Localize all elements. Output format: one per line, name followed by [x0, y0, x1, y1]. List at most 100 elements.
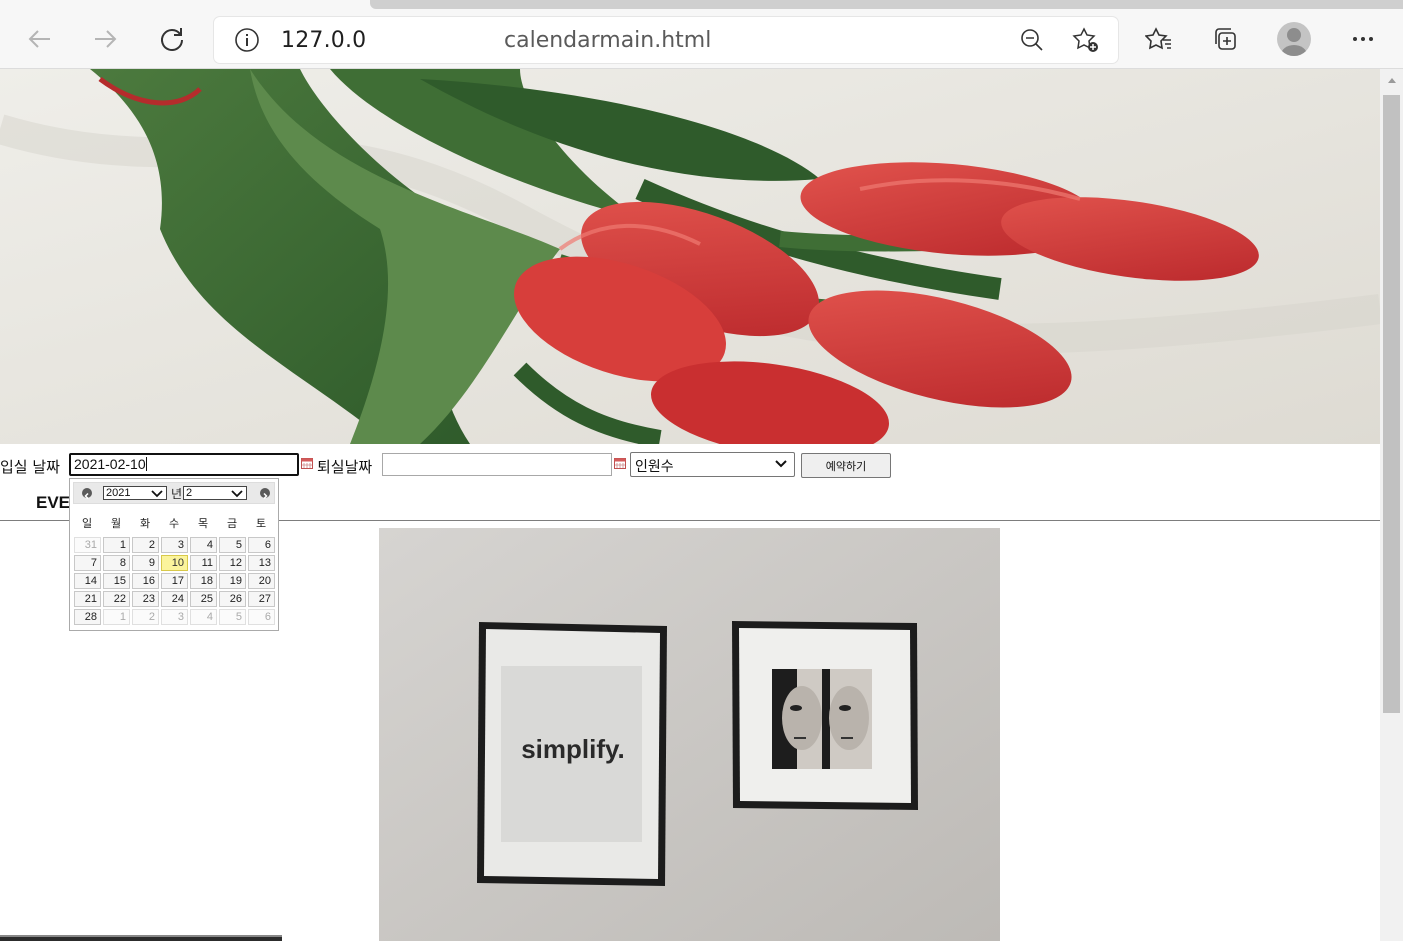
- year-value: 2021: [106, 487, 131, 499]
- checkout-label: 퇴실날짜: [317, 458, 373, 476]
- profile-button[interactable]: [1277, 22, 1311, 56]
- weekday-label: 목: [197, 517, 209, 530]
- url-text-end: calendarmain.html: [504, 28, 712, 53]
- calendar-day[interactable]: 2: [132, 609, 159, 625]
- calendar-day[interactable]: 21: [74, 591, 101, 607]
- chevron-down-icon: [151, 490, 163, 498]
- profile-icon: [1281, 28, 1307, 56]
- back-button[interactable]: [21, 20, 59, 58]
- checkout-date-input[interactable]: [382, 453, 612, 476]
- calendar-icon[interactable]: [614, 458, 626, 469]
- weekday-label: 수: [168, 517, 180, 530]
- month-select[interactable]: 2: [183, 486, 247, 500]
- weekday-label: 월: [110, 517, 122, 530]
- forward-button[interactable]: [86, 20, 124, 58]
- calendar-day[interactable]: 3: [161, 609, 188, 625]
- more-button[interactable]: [1345, 20, 1381, 58]
- calendar-day[interactable]: 28: [74, 609, 101, 625]
- scrollbar-thumb[interactable]: [1383, 95, 1400, 713]
- calendar-day-selected[interactable]: 10: [161, 555, 188, 571]
- url-redaction: [366, 17, 506, 63]
- scroll-up-button[interactable]: [1380, 69, 1403, 91]
- text-caret: [145, 457, 147, 471]
- calendar-day[interactable]: 19: [219, 573, 246, 589]
- favorites-button[interactable]: [1141, 20, 1177, 58]
- tab-strip[interactable]: [370, 0, 1403, 9]
- calendar-day[interactable]: 22: [103, 591, 130, 607]
- calendar-day[interactable]: 6: [248, 537, 275, 553]
- calendar-day[interactable]: 26: [219, 591, 246, 607]
- next-arrow-icon: [263, 492, 268, 500]
- chevron-down-icon: [775, 460, 787, 468]
- calendar-icon[interactable]: [301, 458, 313, 469]
- datepicker-header: 2021 년 2: [73, 482, 275, 504]
- reload-button[interactable]: [153, 20, 191, 58]
- year-suffix: 년: [171, 487, 183, 501]
- weekday-label: 화: [139, 517, 151, 530]
- calendar-day[interactable]: 5: [219, 537, 246, 553]
- checkin-date-input[interactable]: 2021-02-10: [69, 453, 299, 476]
- favorites-icon: [1145, 27, 1171, 50]
- page-content: 입실 날짜 2021-02-10 퇴실날짜 인원수 예약하기 EVE 2021 …: [0, 69, 1380, 941]
- next-month-button[interactable]: [260, 488, 270, 500]
- calendar-day[interactable]: 12: [219, 555, 246, 571]
- weekday-label: 토: [255, 517, 267, 530]
- people-count-select[interactable]: 인원수: [630, 452, 795, 477]
- vertical-scrollbar[interactable]: [1380, 69, 1403, 941]
- datepicker-popup: 2021 년 2 일월화수목금토 31 1 2 3 4 5 6 7 8 9 10 11 12 13 14 15…: [69, 478, 279, 631]
- calendar-day[interactable]: 14: [74, 573, 101, 589]
- add-favorite-icon[interactable]: [1072, 26, 1100, 54]
- calendar-day[interactable]: 24: [161, 591, 188, 607]
- calendar-day[interactable]: 20: [248, 573, 275, 589]
- calendar-day[interactable]: 8: [103, 555, 130, 571]
- prev-arrow-icon: [84, 492, 89, 500]
- calendar-day[interactable]: 5: [219, 609, 246, 625]
- poster-text: simplify.: [521, 734, 625, 764]
- calendar-day[interactable]: 15: [103, 573, 130, 589]
- checkin-label: 입실 날짜: [0, 458, 60, 476]
- more-icon: [1353, 37, 1373, 41]
- year-select[interactable]: 2021: [103, 486, 167, 500]
- zoom-out-icon[interactable]: [1020, 28, 1044, 52]
- calendar-day[interactable]: 17: [161, 573, 188, 589]
- calendar-day[interactable]: 7: [74, 555, 101, 571]
- reserve-button[interactable]: 예약하기: [801, 453, 891, 478]
- reservation-form: 입실 날짜 2021-02-10 퇴실날짜 인원수 예약하기: [0, 452, 1380, 478]
- calendar-day[interactable]: 1: [103, 537, 130, 553]
- reload-icon: [161, 28, 183, 51]
- checkin-date-value: 2021-02-10: [74, 456, 146, 472]
- calendar-day[interactable]: 3: [161, 537, 188, 553]
- month-value: 2: [186, 487, 193, 499]
- scroll-up-arrow-icon: [1387, 78, 1396, 83]
- hero-tulip-image: [0, 69, 1380, 444]
- calendar-day[interactable]: 13: [248, 555, 275, 571]
- calendar-day[interactable]: 2: [132, 537, 159, 553]
- event-heading: EVE: [36, 493, 71, 512]
- status-strip: [0, 935, 282, 941]
- url-text-start: 127.0.0.: [281, 28, 374, 53]
- calendar-day[interactable]: 16: [132, 573, 159, 589]
- gallery-photo: simplify.: [379, 528, 1000, 941]
- address-bar[interactable]: 127.0.0. calendarmain.html: [214, 17, 1118, 63]
- collections-button[interactable]: [1207, 20, 1243, 58]
- calendar-day[interactable]: 11: [190, 555, 217, 571]
- calendar-day[interactable]: 4: [190, 609, 217, 625]
- weekday-label: 일: [81, 517, 93, 530]
- chevron-down-icon: [231, 490, 243, 498]
- people-count-value: 인원수: [635, 459, 674, 475]
- calendar-day[interactable]: 23: [132, 591, 159, 607]
- calendar-day[interactable]: 6: [248, 609, 275, 625]
- calendar-day[interactable]: 9: [132, 555, 159, 571]
- browser-toolbar: 127.0.0. calendarmain.html: [0, 0, 1403, 69]
- weekday-label: 금: [226, 517, 238, 530]
- calendar-day[interactable]: 1: [103, 609, 130, 625]
- collections-icon: [1215, 28, 1236, 50]
- calendar-day[interactable]: 4: [190, 537, 217, 553]
- calendar-day[interactable]: 18: [190, 573, 217, 589]
- forward-icon: [95, 30, 117, 48]
- calendar-day[interactable]: 25: [190, 591, 217, 607]
- calendar-day[interactable]: 31: [74, 537, 101, 553]
- prev-month-button[interactable]: [82, 488, 92, 500]
- info-icon[interactable]: [234, 27, 260, 53]
- calendar-day[interactable]: 27: [248, 591, 275, 607]
